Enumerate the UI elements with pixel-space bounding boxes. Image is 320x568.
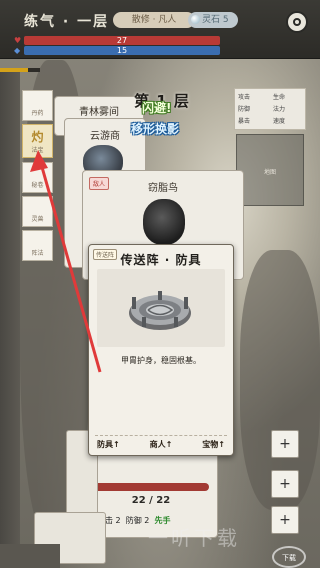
tag-armor: 防具↑ xyxy=(97,439,120,449)
enemy-portrait xyxy=(143,199,185,245)
side-tab-3-label: 秘卷 xyxy=(31,182,44,189)
spirit-stone-counter: 灵石 5 xyxy=(188,12,238,28)
spirit-stone-icon xyxy=(191,15,200,24)
minimap-label: 地图 xyxy=(263,169,276,176)
stat-label: 速度 xyxy=(273,118,286,125)
bottom-left-bar xyxy=(0,544,60,568)
card-title: 传送阵 · 防具 xyxy=(120,253,202,267)
mp-drop-icon: ◆ xyxy=(14,46,21,55)
settings-gear-icon[interactable] xyxy=(286,11,308,33)
enemy-hp-text: 22 / 22 xyxy=(131,495,171,506)
side-tab-4-label: 灵兽 xyxy=(31,216,44,223)
add-button-2[interactable]: + xyxy=(271,470,299,498)
side-tab-2[interactable]: 灼 法宝 xyxy=(22,124,53,158)
top-status-bar: 练气 · 一层 散修 · 凡人 灵石 5 ♥ 27 ◆ 15 xyxy=(0,0,320,59)
hp-bar: 27 xyxy=(24,36,220,45)
teleport-array-icon xyxy=(129,291,191,330)
stat-label: 法力 xyxy=(273,106,286,113)
stone-label: 灵石 xyxy=(202,15,221,25)
stone-value: 5 xyxy=(222,15,229,25)
rank-badge: 散修 · 凡人 xyxy=(113,12,195,28)
side-tab-3[interactable]: 秘卷 xyxy=(22,162,53,193)
tag-treasure: 宝物↑ xyxy=(202,439,225,449)
enemy-defense: 防御 2 xyxy=(125,516,150,525)
exp-bar-fill xyxy=(0,68,28,72)
skill-float-text: 移形换影 xyxy=(131,122,180,136)
side-tab-2-glyph: 灼 xyxy=(31,130,44,144)
mp-bar: 15 xyxy=(24,46,220,55)
download-badge[interactable]: 下载 xyxy=(272,546,306,568)
room-card-title: 青林雾间 xyxy=(79,107,119,118)
side-tab-5[interactable]: 阵法 xyxy=(22,230,53,261)
side-tab-2-label: 法宝 xyxy=(31,147,44,154)
side-tab-1[interactable]: 丹药 xyxy=(22,90,53,121)
mp-value: 15 xyxy=(116,46,128,55)
hp-heart-icon: ♥ xyxy=(14,36,22,45)
stat-label: 生命 xyxy=(273,94,286,101)
stat-label: 暴击 xyxy=(238,118,251,125)
minimap[interactable]: 地图 xyxy=(236,134,304,206)
exp-bar xyxy=(0,68,40,72)
left-strip xyxy=(0,68,20,568)
enemy-card-title: 窃脂鸟 xyxy=(148,183,178,194)
featured-card[interactable]: 传送阵 传送阵 · 防具 甲胄护身，稳固根基。 防具↑ 商人↑ 宝物↑ xyxy=(88,244,234,456)
stat-label: 防御 xyxy=(238,106,251,113)
side-tab-1-label: 丹药 xyxy=(31,110,44,117)
realm-title: 练气 · 一层 xyxy=(24,14,110,30)
stat-label: 攻击 xyxy=(238,94,251,101)
side-tab-5-label: 阵法 xyxy=(31,250,44,257)
dodge-float-text: 闪避! xyxy=(142,101,172,115)
add-button-3[interactable]: + xyxy=(271,506,299,534)
add-button-1[interactable]: + xyxy=(271,430,299,458)
side-tab-4[interactable]: 灵兽 xyxy=(22,196,53,227)
card-description: 甲胄护身，稳固根基。 xyxy=(121,356,201,365)
card-tags: 防具↑ 商人↑ 宝物↑ xyxy=(95,435,227,452)
enemy-hp-bar xyxy=(93,483,209,491)
card-art xyxy=(97,269,225,347)
watermark-text: 一听下载 xyxy=(148,526,240,550)
stats-panel: 攻击 防御 暴击 生命 法力 速度 xyxy=(234,88,306,130)
tag-merchant: 商人↑ xyxy=(149,439,173,449)
